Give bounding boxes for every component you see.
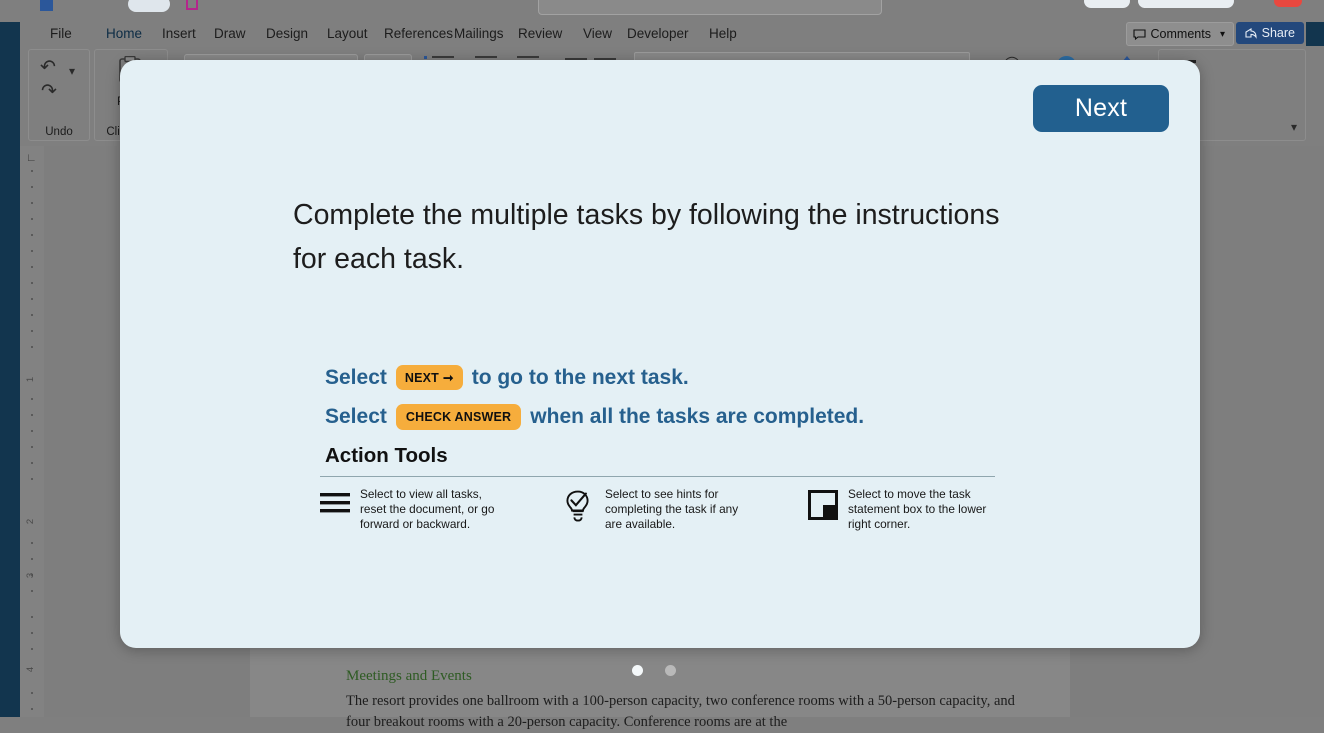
pagination-dots — [632, 665, 676, 676]
next-badge[interactable]: NEXT ➞ — [395, 365, 463, 390]
search-input[interactable] — [538, 0, 882, 15]
tab-mailings[interactable]: Mailings — [454, 22, 504, 46]
instruction-prefix: Select — [325, 365, 387, 389]
pagination-dot-inactive[interactable] — [665, 665, 676, 676]
comment-bubble-icon — [1132, 28, 1146, 40]
save-icon[interactable] — [40, 0, 53, 11]
tab-help[interactable]: Help — [709, 22, 737, 46]
share-button[interactable]: Share — [1235, 22, 1304, 44]
instruction-suffix: to go to the next task. — [471, 365, 689, 389]
redo-icon[interactable]: ↷ — [41, 80, 57, 103]
undo-dropdown-icon[interactable]: ▾ — [69, 64, 75, 78]
close-button[interactable] — [1274, 0, 1302, 7]
quick-access-highlight-icon[interactable] — [186, 0, 198, 10]
modal-heading: Complete the multiple tasks by following… — [293, 199, 1000, 275]
lightbulb-check-icon[interactable] — [565, 487, 595, 532]
check-answer-badge-label: CHECK ANSWER — [405, 410, 512, 424]
chevron-down-icon[interactable]: ▾ — [1220, 29, 1225, 40]
arrow-right-icon: ➞ — [443, 371, 454, 385]
tab-layout[interactable]: Layout — [327, 22, 368, 46]
styles-expand-icon[interactable]: ▾ — [1291, 120, 1297, 134]
ruler-mark-4: 4 — [25, 666, 37, 673]
tab-view[interactable]: View — [583, 22, 612, 46]
next-badge-label: NEXT — [404, 370, 440, 385]
instruction-line-check-answer: Select CHECK ANSWER when all the tasks a… — [325, 404, 864, 430]
tab-home[interactable]: Home — [106, 22, 143, 48]
ribbon-tab-bar: File Home Insert Draw Design Layout Refe… — [20, 22, 1306, 48]
action-tool-move-box[interactable]: Select to move the task statement box to… — [808, 487, 988, 532]
action-tool-hints-text: Select to see hints for completing the t… — [605, 487, 739, 531]
hamburger-menu-icon[interactable] — [320, 487, 350, 532]
task-instruction-modal: Next Complete the multiple tasks by foll… — [120, 60, 1200, 648]
ruler-mark-2: 2 — [25, 518, 37, 525]
instruction-prefix: Select — [325, 405, 387, 428]
instruction-line-next: Select NEXT ➞ to go to the next task. — [325, 365, 689, 390]
action-tool-view-tasks[interactable]: Select to view all tasks, reset the docu… — [320, 487, 500, 532]
document-paragraph: The resort provides one ballroom with a … — [346, 693, 1015, 730]
tab-insert[interactable]: Insert — [162, 22, 196, 46]
undo-icon[interactable]: ↶ — [40, 56, 56, 79]
ribbon-group-undo: ↶ ▾ ↷ Undo — [28, 49, 90, 141]
minimize-button[interactable] — [1084, 0, 1130, 8]
quick-access-item[interactable] — [128, 0, 170, 12]
action-tool-move-box-text: Select to move the task statement box to… — [848, 487, 987, 531]
action-tool-view-tasks-text: Select to view all tasks, reset the docu… — [360, 487, 495, 531]
title-bar — [0, 0, 1324, 22]
ruler-mark-1: 1 — [25, 376, 37, 383]
share-label: Share — [1261, 26, 1295, 40]
tab-review[interactable]: Review — [518, 22, 562, 46]
comments-label: Comments — [1150, 27, 1211, 41]
comments-button[interactable]: Comments ▾ — [1125, 22, 1234, 46]
action-tool-hints[interactable]: Select to see hints for completing the t… — [565, 487, 745, 532]
ribbon-group-undo-label: Undo — [45, 126, 73, 138]
window-left-edge — [0, 0, 20, 717]
check-answer-badge[interactable]: CHECK ANSWER — [395, 404, 522, 430]
pagination-dot-active[interactable] — [632, 665, 643, 676]
tab-draw[interactable]: Draw — [214, 22, 246, 46]
tab-design[interactable]: Design — [266, 22, 308, 46]
tab-stop-indicator[interactable]: ∟ — [26, 152, 37, 164]
action-tools-divider — [320, 476, 995, 477]
tab-file[interactable]: File — [50, 22, 72, 46]
action-tools-title: Action Tools — [325, 444, 448, 467]
vertical-ruler[interactable]: 1 2 3 4 — [20, 146, 45, 717]
tab-references[interactable]: References — [384, 22, 453, 46]
tab-developer[interactable]: Developer — [627, 22, 689, 46]
share-icon — [1245, 27, 1257, 39]
move-box-corner-icon[interactable] — [808, 487, 838, 532]
next-button[interactable]: Next — [1033, 85, 1169, 132]
maximize-button[interactable] — [1138, 0, 1234, 8]
instruction-suffix: when all the tasks are completed. — [530, 405, 865, 428]
ruler-mark-3: 3 — [25, 572, 37, 579]
document-heading: Meetings and Events — [346, 668, 472, 684]
